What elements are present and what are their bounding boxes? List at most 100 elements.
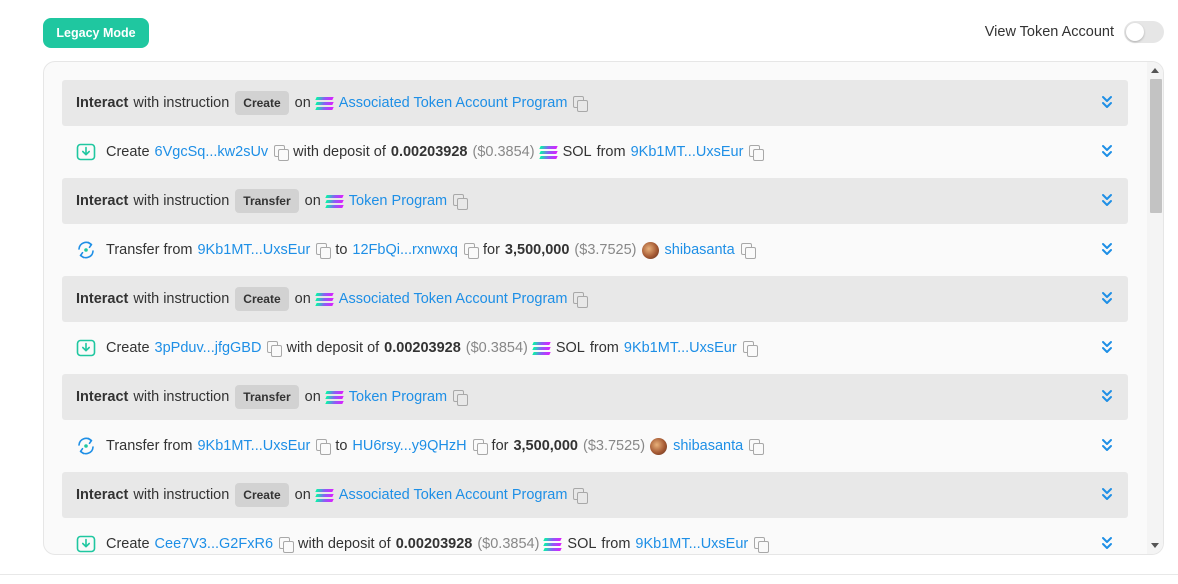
account-link[interactable]: Cee7V3...G2FxR6 (155, 536, 273, 552)
from-account-link[interactable]: 9Kb1MT...UxsEur (197, 242, 310, 258)
deposit-amount: 0.00203928 (390, 144, 468, 160)
view-token-account-control[interactable]: View Token Account (985, 21, 1164, 43)
to-account-link[interactable]: HU6rsy...y9QHzH (352, 438, 466, 454)
from-account-link[interactable]: 9Kb1MT...UxsEur (197, 438, 310, 454)
transfer-usd: ($3.7525) (574, 242, 637, 258)
create-row[interactable]: Create Cee7V3...G2FxR6 with deposit of 0.00… (62, 521, 1128, 554)
instruction-row[interactable]: Interact with instruction Transfer on Token … (62, 374, 1128, 420)
token-symbol: SOL (555, 340, 585, 356)
solana-icon (325, 390, 344, 404)
copy-icon[interactable] (316, 439, 332, 455)
program-link[interactable]: Associated Token Account Program (339, 487, 568, 503)
solana-icon (325, 194, 344, 208)
instruction-badge: Transfer (235, 385, 299, 409)
copy-icon[interactable] (742, 341, 758, 357)
instruction-text: with instruction (133, 95, 230, 111)
copy-icon[interactable] (267, 341, 283, 357)
solana-icon (315, 488, 334, 502)
copy-icon[interactable] (279, 537, 295, 553)
account-link[interactable]: 6VgcSq...kw2sUv (155, 144, 269, 160)
instruction-badge: Create (235, 483, 289, 507)
instruction-row[interactable]: Interact with instruction Create on Associat… (62, 80, 1128, 126)
instruction-row[interactable]: Interact with instruction Create on Associat… (62, 276, 1128, 322)
expand-chevron-icon[interactable] (1100, 192, 1114, 208)
instruction-row[interactable]: Interact with instruction Transfer on Token … (62, 178, 1128, 224)
copy-icon[interactable] (463, 243, 479, 259)
download-box-icon (76, 142, 96, 162)
instruction-text: with instruction (133, 487, 230, 503)
copy-icon[interactable] (472, 439, 488, 455)
copy-icon[interactable] (274, 145, 290, 161)
create-verb: Create (106, 340, 150, 356)
instruction-text: with instruction (133, 291, 230, 307)
expand-chevron-icon[interactable] (1100, 241, 1114, 257)
view-token-account-toggle[interactable] (1124, 21, 1164, 43)
scrollbar[interactable] (1147, 62, 1163, 554)
token-symbol: SOL (567, 536, 597, 552)
expand-chevron-icon[interactable] (1100, 388, 1114, 404)
expand-chevron-icon[interactable] (1100, 339, 1114, 355)
from-account-link[interactable]: 9Kb1MT...UxsEur (631, 144, 744, 160)
solana-icon (315, 96, 334, 110)
transfer-row[interactable]: Transfer from 9Kb1MT...UxsEur to HU6rsy...y… (62, 423, 1128, 469)
on-text: on (294, 291, 311, 307)
view-token-account-label: View Token Account (984, 24, 1114, 40)
create-row[interactable]: Create 6VgcSq...kw2sUv with deposit of 0.00… (62, 129, 1128, 175)
instruction-row[interactable]: Interact with instruction Create on Associat… (62, 472, 1128, 518)
program-link[interactable]: Token Program (349, 389, 447, 405)
on-text: on (304, 389, 321, 405)
from-text: from (589, 340, 619, 356)
from-text: from (596, 144, 626, 160)
scrollbar-thumb[interactable] (1150, 79, 1162, 213)
copy-icon[interactable] (749, 439, 765, 455)
transfer-arrows-icon (76, 240, 96, 260)
program-link[interactable]: Token Program (349, 193, 447, 209)
create-row[interactable]: Create 3pPduv...jfgGBD with deposit of 0.00… (62, 325, 1128, 371)
from-text: from (601, 536, 631, 552)
copy-icon[interactable] (573, 488, 589, 504)
expand-chevron-icon[interactable] (1100, 94, 1114, 110)
transfer-row[interactable]: Transfer from 9Kb1MT...UxsEur to 12FbQi...r… (62, 227, 1128, 273)
instructions-panel: Interact with instruction Create on Associat… (43, 61, 1164, 555)
copy-icon[interactable] (453, 194, 469, 210)
copy-icon[interactable] (573, 292, 589, 308)
toggle-knob (1126, 23, 1144, 41)
account-link[interactable]: 3pPduv...jfgGBD (155, 340, 262, 356)
deposit-text: with deposit of (298, 536, 391, 552)
from-account-link[interactable]: 9Kb1MT...UxsEur (635, 536, 748, 552)
instruction-text: with instruction (133, 389, 230, 405)
on-text: on (304, 193, 321, 209)
expand-chevron-icon[interactable] (1100, 486, 1114, 502)
transfer-arrows-icon (76, 436, 96, 456)
create-verb: Create (106, 144, 150, 160)
copy-icon[interactable] (749, 145, 765, 161)
expand-chevron-icon[interactable] (1100, 535, 1114, 551)
copy-icon[interactable] (453, 390, 469, 406)
shibasanta-avatar (641, 241, 659, 259)
expand-chevron-icon[interactable] (1100, 143, 1114, 159)
copy-icon[interactable] (754, 537, 770, 553)
deposit-usd: ($0.3854) (472, 144, 535, 160)
copy-icon[interactable] (316, 243, 332, 259)
instruction-badge: Transfer (235, 189, 299, 213)
interact-label: Interact (76, 487, 129, 503)
scroll-down-arrow-icon[interactable] (1151, 543, 1159, 548)
interact-label: Interact (76, 389, 129, 405)
deposit-amount: 0.00203928 (395, 536, 473, 552)
token-link[interactable]: shibasanta (665, 242, 735, 258)
program-link[interactable]: Associated Token Account Program (339, 291, 568, 307)
transfer-amount: 3,500,000 (513, 438, 578, 454)
scroll-up-arrow-icon[interactable] (1151, 68, 1159, 73)
expand-chevron-icon[interactable] (1100, 290, 1114, 306)
token-link[interactable]: shibasanta (673, 438, 743, 454)
to-account-link[interactable]: 12FbQi...rxnwxq (352, 242, 458, 258)
to-text: to (335, 242, 348, 258)
copy-icon[interactable] (740, 243, 756, 259)
legacy-mode-button[interactable]: Legacy Mode (43, 18, 149, 48)
expand-chevron-icon[interactable] (1100, 437, 1114, 453)
on-text: on (294, 487, 311, 503)
from-account-link[interactable]: 9Kb1MT...UxsEur (624, 340, 737, 356)
program-link[interactable]: Associated Token Account Program (339, 95, 568, 111)
create-verb: Create (106, 536, 150, 552)
copy-icon[interactable] (573, 96, 589, 112)
